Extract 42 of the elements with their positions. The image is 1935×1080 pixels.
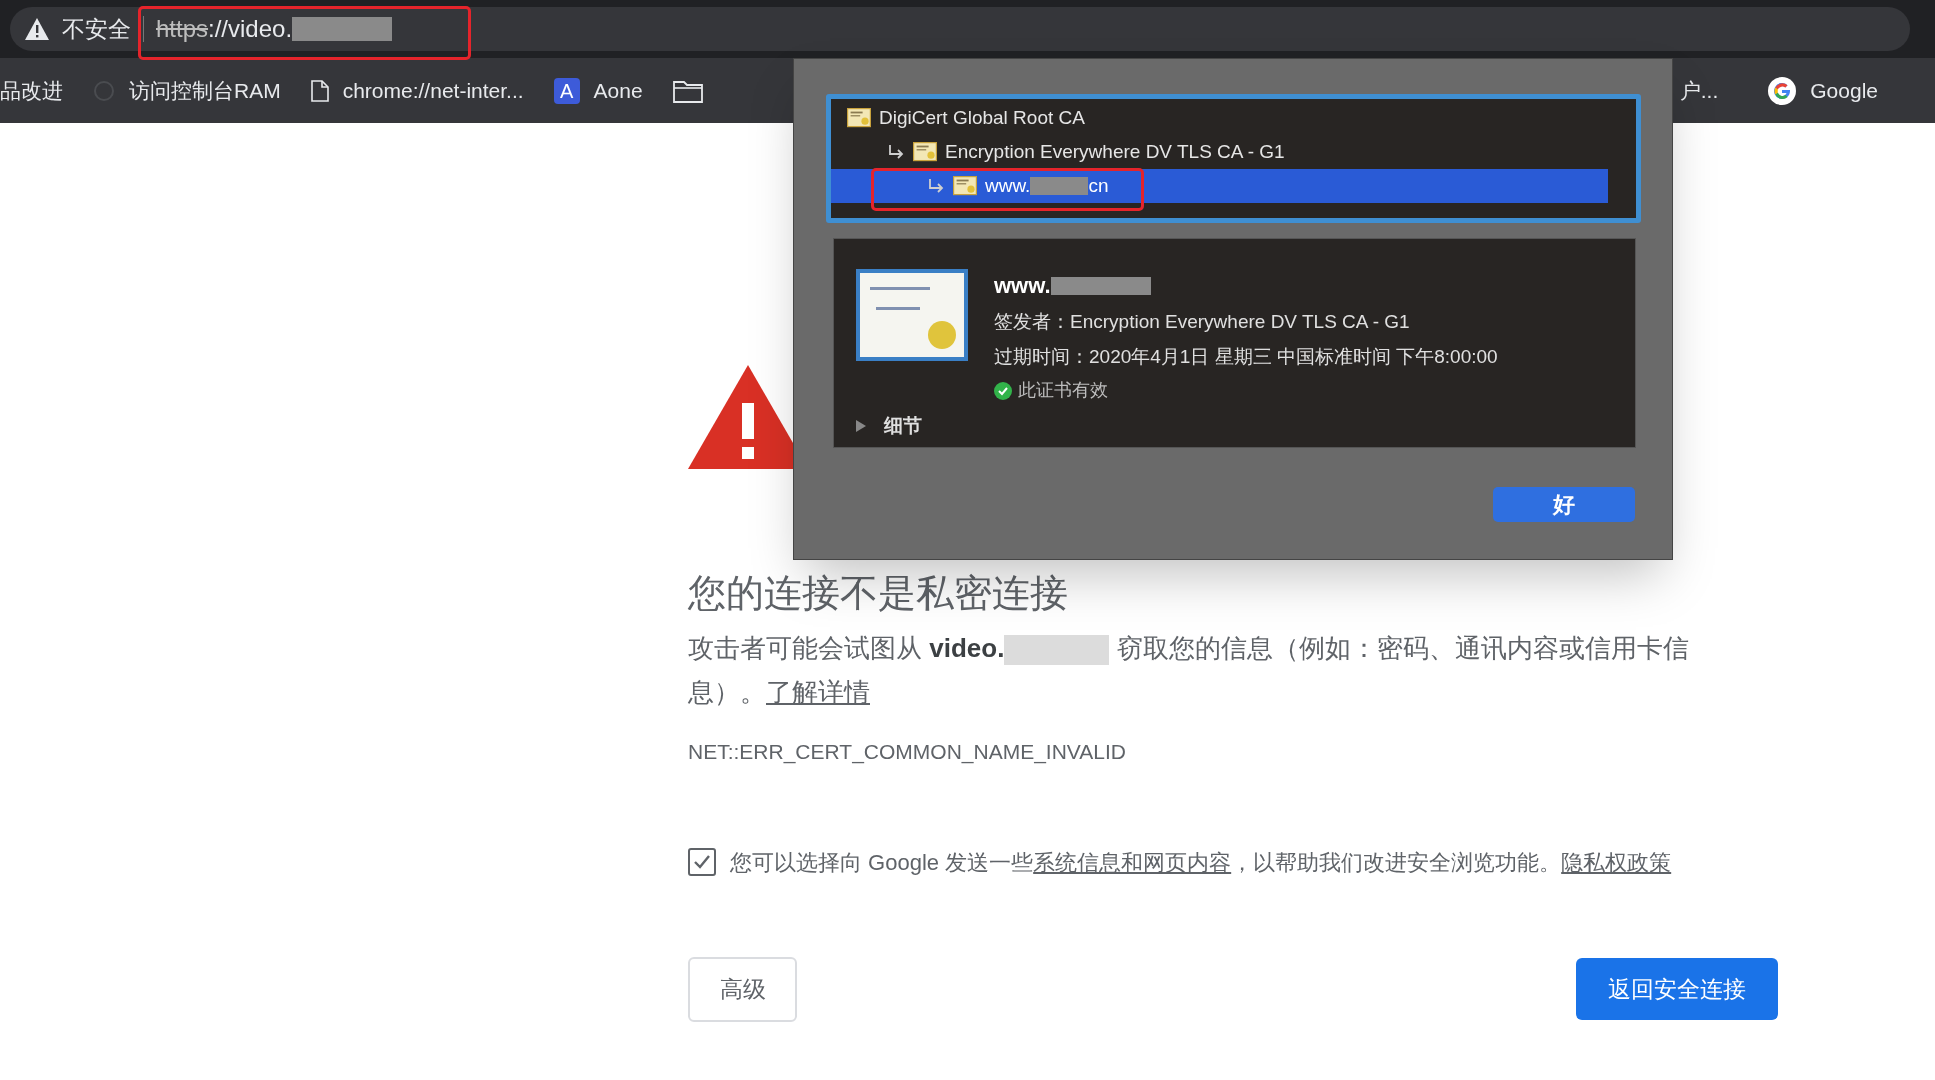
bookmark-link[interactable]: 户... <box>1679 74 1719 107</box>
address-field[interactable]: 不安全 https://video. <box>10 7 1910 51</box>
validity-status: 此证书有效 <box>1018 379 1108 402</box>
error-code: NET::ERR_CERT_COMMON_NAME_INVALID <box>688 739 1127 766</box>
security-label: 不安全 <box>62 14 131 44</box>
issuer-text: 签发者：Encryption Everywhere DV TLS CA - G1 <box>994 310 1411 334</box>
url-text: https://video. <box>156 11 393 47</box>
google-logo-icon <box>1768 76 1797 105</box>
redacted-block <box>1030 177 1089 195</box>
bookmark-link[interactable]: 访问控制台RAM <box>129 74 281 107</box>
expand-triangle-icon <box>854 419 868 434</box>
bookmark-link[interactable]: Google <box>1810 74 1878 107</box>
back-to-safety-button[interactable]: 返回安全连接 <box>1576 958 1778 1020</box>
privacy-policy-link[interactable]: 隐私权政策 <box>1561 849 1672 875</box>
learn-more-link[interactable]: 了解详情 <box>766 677 870 707</box>
page-icon <box>310 79 329 102</box>
ok-button[interactable]: 好 <box>1493 487 1635 522</box>
letter-icon: A <box>553 77 580 104</box>
folder-icon <box>672 78 703 103</box>
checkbox[interactable] <box>688 848 716 876</box>
certificate-tree-row[interactable]: Encryption Everywhere DV TLS CA - G1 <box>831 135 1608 169</box>
certificate-tree-row[interactable]: DigiCert Global Root CA <box>831 101 1608 135</box>
system-info-link[interactable]: 系统信息和网页内容 <box>1033 849 1232 875</box>
details-toggle[interactable]: 细节 <box>854 412 922 441</box>
certificate-icon <box>856 269 968 361</box>
certificate-name: www. <box>994 269 1498 302</box>
certificate-icon <box>913 142 937 162</box>
page-title: 您的连接不是私密连接 <box>688 571 1069 616</box>
expiry-text: 过期时间：2020年4月1日 星期三 中国标准时间 下午8:00:00 <box>994 344 1498 369</box>
bookmark-link[interactable]: chrome://net-inter... <box>342 74 524 107</box>
certificate-tree-row[interactable]: www. cn <box>831 169 1608 203</box>
bookmark-link[interactable]: Aone <box>593 74 643 107</box>
warning-icon <box>24 17 50 41</box>
consent-text: 您可以选择向 Google 发送一些系统信息和网页内容，以帮助我们改进安全浏览功能。隐私权政策 <box>730 848 1672 877</box>
bookmark-link[interactable]: 品改进 <box>0 74 63 107</box>
child-arrow-icon <box>927 178 945 194</box>
details-label: 细节 <box>884 414 922 438</box>
warning-text: 攻击者可能会试图从 video. 窃取您的信息（例如：密码、通讯内容或信用卡信息）。了解详情 <box>688 632 1690 709</box>
certificate-icon <box>847 108 871 128</box>
advanced-button[interactable]: 高级 <box>688 956 797 1022</box>
child-arrow-icon <box>887 144 905 160</box>
certificate-icon <box>953 176 977 196</box>
